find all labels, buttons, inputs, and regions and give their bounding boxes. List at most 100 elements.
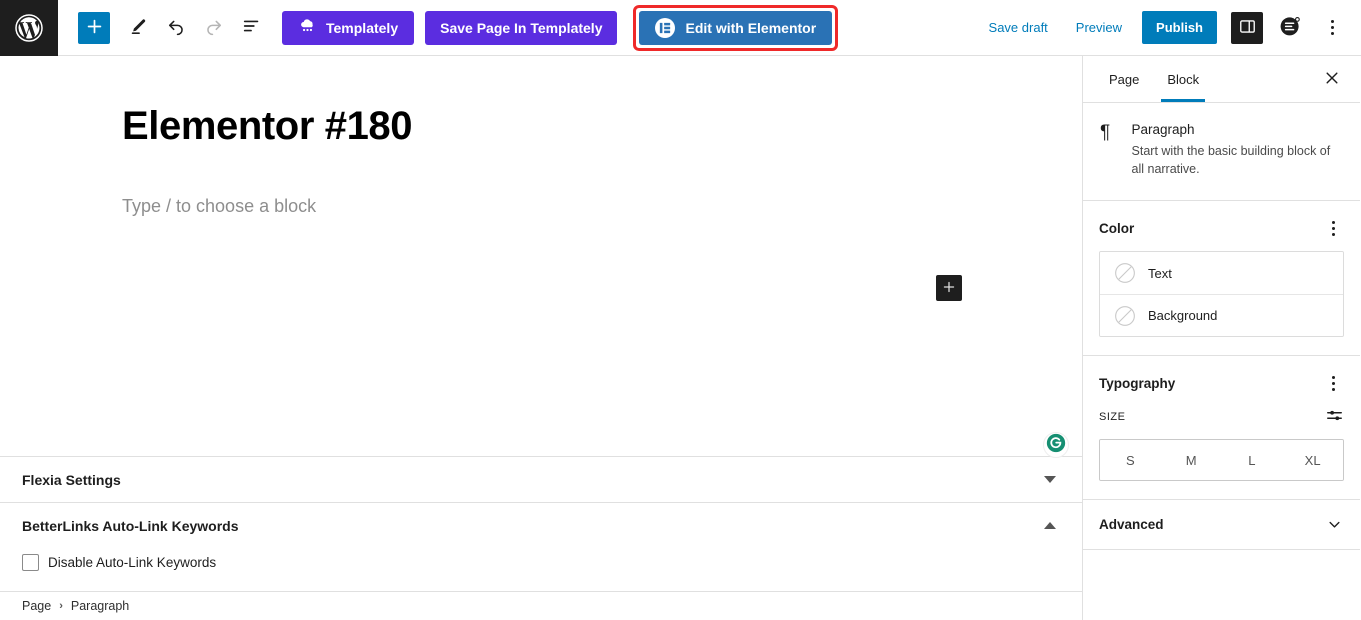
editor-body: Elementor #180 Type / to choose a block <box>0 56 1361 620</box>
close-x-icon <box>1324 70 1340 89</box>
typography-section-title: Typography <box>1099 375 1176 391</box>
metabox-flexia-settings: Flexia Settings <box>0 456 1082 502</box>
post-title[interactable]: Elementor #180 <box>0 102 1082 150</box>
font-size-option-xl[interactable]: XL <box>1282 440 1343 481</box>
sidebar-tabs: Page Block <box>1083 56 1360 103</box>
font-size-option-m[interactable]: M <box>1160 440 1222 481</box>
typography-options-button[interactable] <box>1322 371 1344 395</box>
breadcrumb: Page › Paragraph <box>0 591 1082 620</box>
block-info-card: ¶ Paragraph Start with the basic buildin… <box>1083 103 1360 202</box>
typography-section-header: Typography <box>1099 370 1344 396</box>
font-size-label: SIZE <box>1099 411 1126 424</box>
paragraph-pilcrow-icon: ¶ <box>1100 122 1111 143</box>
edit-with-elementor-highlight: Edit with Elementor <box>633 4 839 51</box>
settings-panel-toggle-button[interactable] <box>1231 11 1263 44</box>
wordpress-block-editor: Templately Save Page In Templately Edit … <box>0 0 1361 620</box>
save-page-in-templately-button[interactable]: Save Page In Templately <box>425 10 618 45</box>
font-size-label-row: SIZE <box>1099 406 1344 428</box>
empty-swatch-icon <box>1114 305 1136 327</box>
typography-section: Typography SIZE S M L XL <box>1083 356 1360 501</box>
metabox-betterlinks-keywords-title: BetterLinks Auto-Link Keywords <box>22 517 239 534</box>
advanced-section-title: Advanced <box>1099 517 1164 533</box>
metabox-betterlinks-keywords-toggle[interactable] <box>1040 516 1060 536</box>
tab-page[interactable]: Page <box>1095 56 1153 102</box>
metabox-flexia-settings-title: Flexia Settings <box>22 471 121 488</box>
toolbar-left-group: Templately Save Page In Templately Edit … <box>58 4 839 51</box>
save-page-in-templately-label: Save Page In Templately <box>440 19 603 36</box>
publish-button[interactable]: Publish <box>1142 11 1217 44</box>
templately-button[interactable]: Templately <box>282 10 415 45</box>
templately-cloud-icon <box>298 17 317 38</box>
color-section-header: Color <box>1099 215 1344 241</box>
editor-canvas[interactable]: Elementor #180 Type / to choose a block <box>0 56 1082 458</box>
breadcrumb-item-paragraph[interactable]: Paragraph <box>71 599 129 613</box>
breadcrumb-separator-icon: › <box>59 600 63 612</box>
metabox-flexia-settings-toggle[interactable] <box>1040 470 1060 490</box>
color-option-background-label: Background <box>1148 308 1218 324</box>
chevron-down-icon <box>1325 515 1344 534</box>
kebab-menu-icon <box>1331 220 1335 224</box>
wordpress-logo-icon <box>14 13 44 43</box>
sidebar-panel-icon <box>1238 17 1257 39</box>
block-description: Start with the basic building block of a… <box>1131 144 1331 177</box>
close-sidebar-button[interactable] <box>1316 56 1348 102</box>
plugin-options-button[interactable] <box>1275 13 1305 43</box>
editor-top-toolbar: Templately Save Page In Templately Edit … <box>0 0 1361 56</box>
teal-circle-badge[interactable] <box>1043 432 1069 458</box>
font-size-custom-button[interactable] <box>1325 406 1344 428</box>
color-options-button[interactable] <box>1322 216 1344 240</box>
pencil-icon <box>128 16 149 40</box>
edit-with-elementor-label: Edit with Elementor <box>685 19 817 36</box>
preview-button[interactable]: Preview <box>1064 14 1134 41</box>
wordpress-logo-button[interactable] <box>0 0 58 56</box>
redo-arrow-icon <box>203 15 225 40</box>
more-options-button[interactable] <box>1317 10 1347 46</box>
disable-autolink-keywords-label[interactable]: Disable Auto-Link Keywords <box>48 555 216 570</box>
paragraph-block-placeholder[interactable]: Type / to choose a block <box>0 196 1082 217</box>
plus-icon <box>942 280 956 297</box>
color-section: Color Text Background <box>1083 201 1360 357</box>
kebab-menu-icon <box>1331 375 1335 379</box>
color-option-background[interactable]: Background <box>1100 294 1343 337</box>
block-settings-sidebar: Page Block ¶ Paragraph Start with the ba… <box>1083 56 1360 620</box>
triangle-down-icon <box>1044 476 1056 483</box>
list-view-icon <box>241 15 263 40</box>
color-option-text-label: Text <box>1148 265 1172 281</box>
triangle-up-icon <box>1044 522 1056 529</box>
kebab-menu-icon <box>1330 20 1334 23</box>
metabox-flexia-settings-header[interactable]: Flexia Settings <box>0 457 1082 502</box>
metabox-betterlinks-keywords: BetterLinks Auto-Link Keywords Disable A… <box>0 502 1082 591</box>
sliders-icon <box>1325 406 1344 428</box>
save-draft-button[interactable]: Save draft <box>977 14 1060 41</box>
color-section-title: Color <box>1099 220 1135 236</box>
undo-button[interactable] <box>158 10 194 46</box>
teal-circle-icon <box>1045 433 1067 457</box>
edit-with-elementor-button[interactable]: Edit with Elementor <box>639 10 833 45</box>
editor-column: Elementor #180 Type / to choose a block <box>0 56 1083 620</box>
disable-autolink-keywords-checkbox[interactable] <box>22 554 39 571</box>
font-size-options: S M L XL <box>1099 439 1344 482</box>
list-view-button[interactable] <box>234 10 270 46</box>
block-name: Paragraph <box>1131 122 1195 137</box>
redo-button[interactable] <box>196 10 232 46</box>
tab-block[interactable]: Block <box>1153 56 1213 102</box>
templately-button-label: Templately <box>326 19 399 36</box>
toolbar-right-group: Save draft Preview Publish <box>977 10 1361 46</box>
plus-icon <box>86 18 103 38</box>
elementor-e-icon <box>655 17 676 38</box>
inline-add-block-button[interactable] <box>936 275 962 301</box>
color-option-text[interactable]: Text <box>1100 252 1343 295</box>
empty-swatch-icon <box>1114 262 1136 284</box>
breadcrumb-item-page[interactable]: Page <box>22 599 51 613</box>
metabox-betterlinks-keywords-header[interactable]: BetterLinks Auto-Link Keywords <box>0 503 1082 548</box>
font-size-option-l[interactable]: L <box>1221 440 1283 481</box>
disable-autolink-keywords-row: Disable Auto-Link Keywords <box>22 554 1060 571</box>
add-block-button[interactable] <box>78 11 110 44</box>
metabox-betterlinks-keywords-body: Disable Auto-Link Keywords <box>0 548 1082 591</box>
edit-tool-button[interactable] <box>120 10 156 46</box>
sidebar-content: ¶ Paragraph Start with the basic buildin… <box>1083 103 1360 620</box>
color-options-list: Text Background <box>1099 251 1344 338</box>
advanced-section-header[interactable]: Advanced <box>1083 500 1360 551</box>
undo-arrow-icon <box>165 15 187 40</box>
font-size-option-s[interactable]: S <box>1100 440 1161 481</box>
